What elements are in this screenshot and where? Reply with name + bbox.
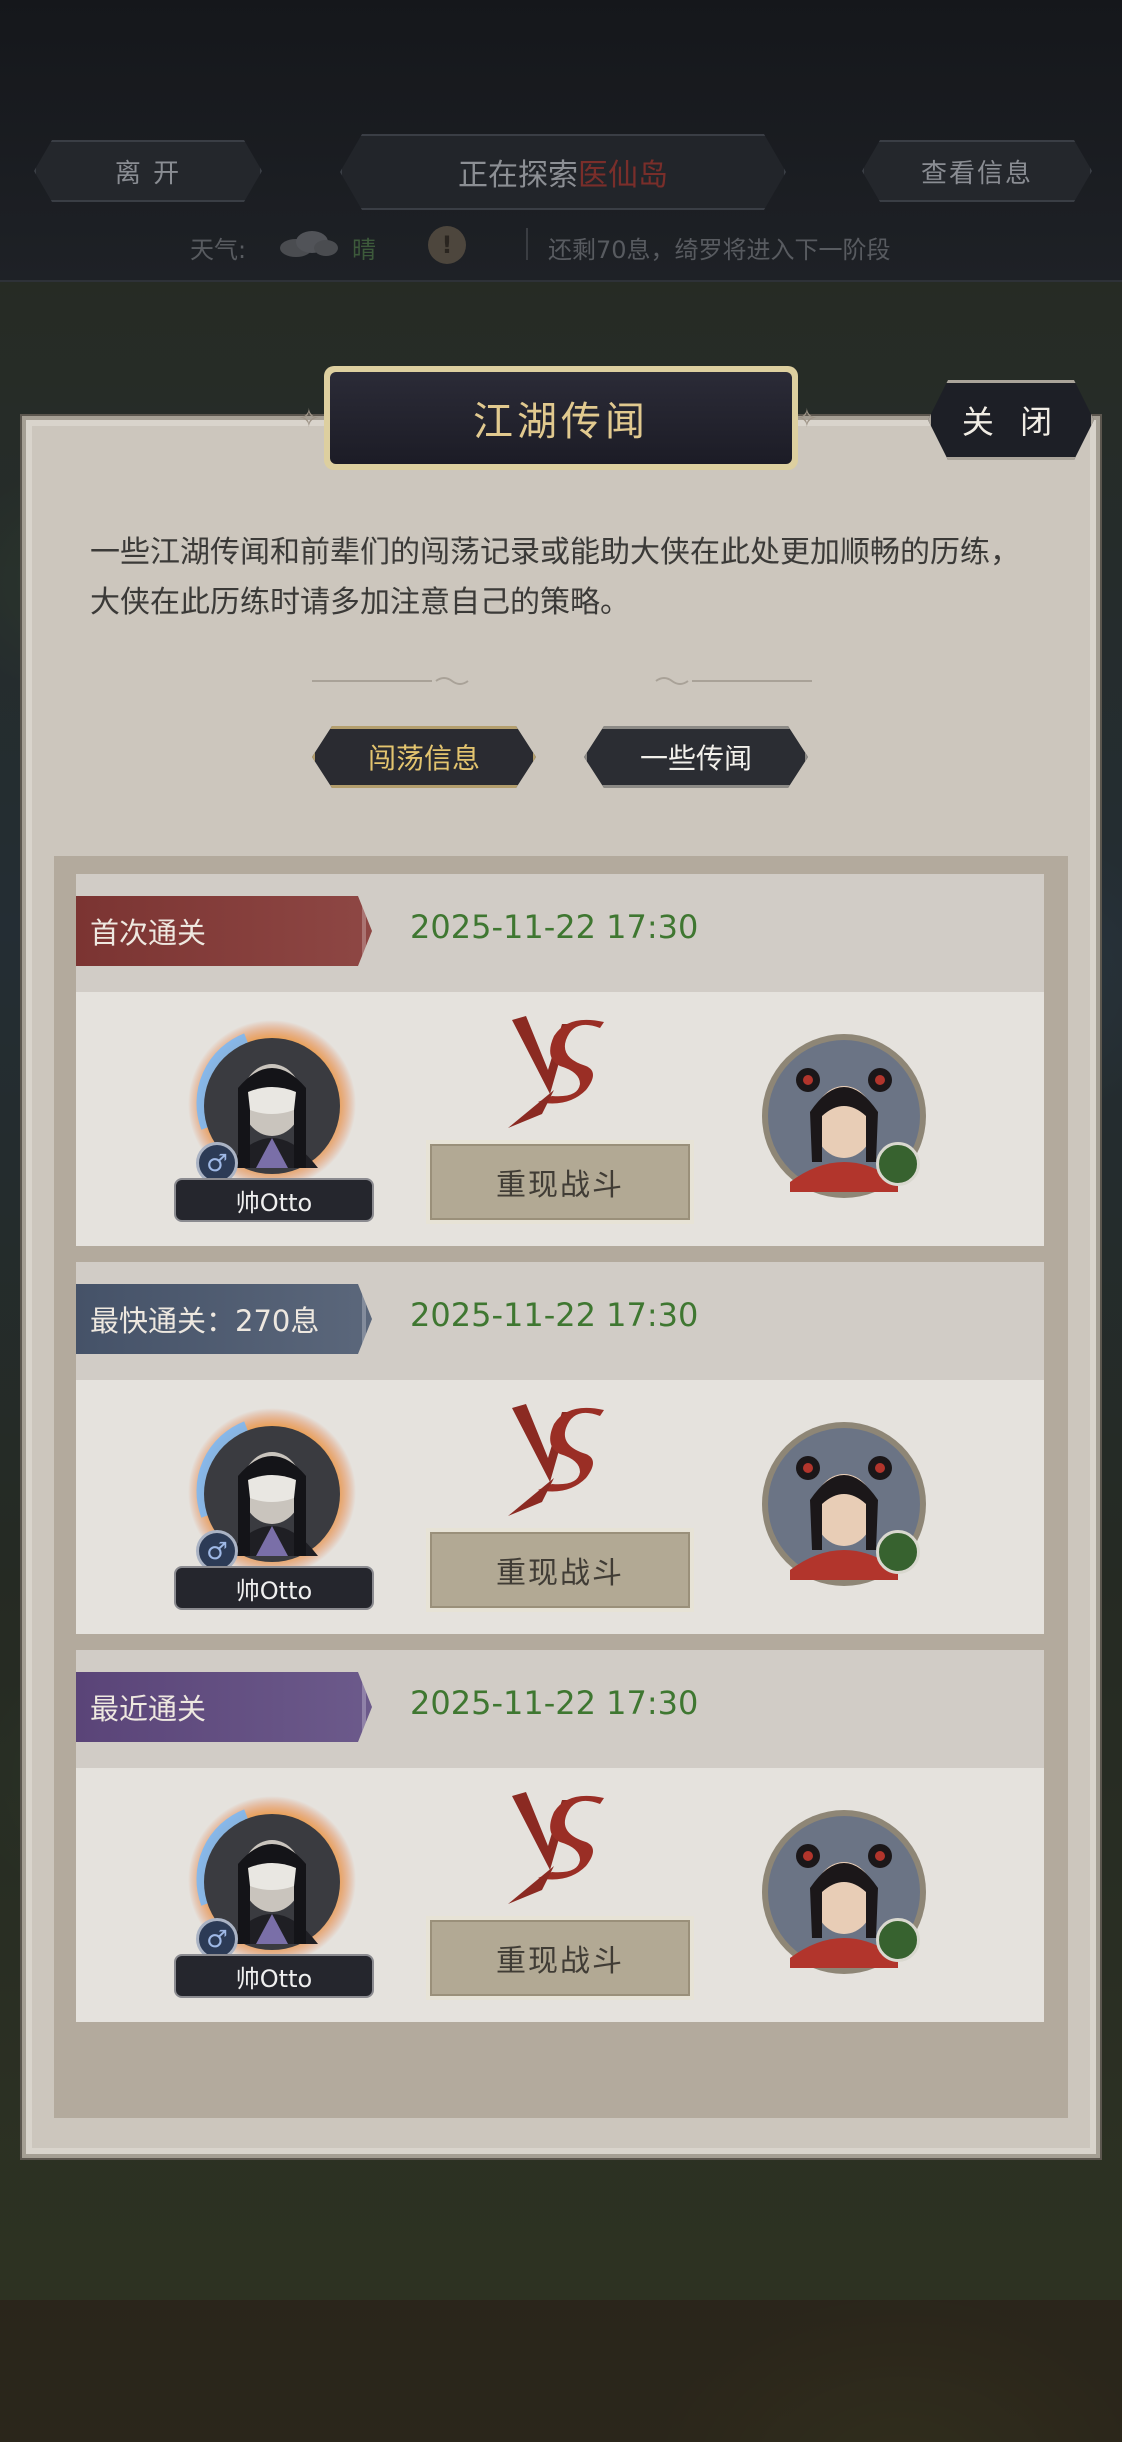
player-name: 帅Otto [174,1954,374,1998]
record-header: 最近通关 2025-11-22 17:30 [76,1650,1044,1768]
record-badge: 首次通关 [76,896,372,966]
leave-button[interactable]: 离 开 [34,140,262,202]
panel-description: 一些江湖传闻和前辈们的闯荡记录或能助大侠在此处更加顺畅的历练，大侠在此历练时请多… [90,535,1020,620]
view-info-button[interactable]: 查看信息 [862,140,1092,202]
alert-icon[interactable]: ! [428,226,466,264]
weather-value: 晴 [352,236,376,264]
exploring-place: 医仙岛 [578,158,668,193]
tab-some-rumors[interactable]: 一些传闻 [584,726,808,788]
panel-title: 江湖传闻 [330,372,792,464]
player-name: 帅Otto [174,1566,374,1610]
vs-icon [508,1016,604,1128]
bottom-map-strip [0,2300,1122,2442]
boot-icon [876,1142,920,1186]
replay-battle-button[interactable]: 重现战斗 [426,1140,694,1224]
record-badge: 最近通关 [76,1672,372,1742]
record-header: 最快通关：270息 2025-11-22 17:30 [76,1262,1044,1380]
close-button[interactable]: 关 闭 [928,380,1094,460]
exploring-banner: 正在探索 医仙岛 [340,134,786,210]
replay-battle-button[interactable]: 重现战斗 [426,1528,694,1612]
record-body: ♂ 帅Otto 重现战斗 [76,1768,1044,2022]
weather-row: 天气: 晴 ! 还剩70息，绮罗将进入下一阶段 [0,222,1122,266]
records-list: 首次通关 2025-11-22 17:30 ♂ 帅Otto 重现战斗 最快通关：… [54,856,1068,2118]
divider [526,228,528,260]
weather-label: 天气: [190,236,247,264]
vs-icon [508,1404,604,1516]
record-body: ♂ 帅Otto 重现战斗 [76,1380,1044,1634]
record-card-fastest-clear: 最快通关：270息 2025-11-22 17:30 ♂ 帅Otto 重现战斗 [76,1262,1044,1634]
vs-icon [508,1792,604,1904]
record-date: 2025-11-22 17:30 [410,1296,699,1334]
cloud-icon [280,231,338,257]
record-header: 首次通关 2025-11-22 17:30 [76,874,1044,992]
exploring-prefix: 正在探索 [458,158,578,193]
record-date: 2025-11-22 17:30 [410,908,699,946]
right-wing-ornament-icon: ✧ [796,404,818,434]
divider-ornament-right-icon [655,677,812,685]
panel-title-plate: 江湖传闻 [324,366,798,470]
record-card-latest-clear: 最近通关 2025-11-22 17:30 ♂ 帅Otto 重现战斗 [76,1650,1044,2022]
top-bar: 离 开 正在探索 医仙岛 查看信息 天气: 晴 ! 还剩70息，绮罗将进入下一阶段 [0,0,1122,282]
divider-ornament-left-icon [312,677,469,685]
player-name: 帅Otto [174,1178,374,1222]
record-badge: 最快通关：270息 [76,1284,372,1354]
replay-battle-button[interactable]: 重现战斗 [426,1916,694,2000]
boot-icon [876,1918,920,1962]
boot-icon [876,1530,920,1574]
remaining-time-text: 还剩70息，绮罗将进入下一阶段 [548,236,891,264]
record-body: ♂ 帅Otto 重现战斗 [76,992,1044,1246]
record-date: 2025-11-22 17:30 [410,1684,699,1722]
record-card-first-clear: 首次通关 2025-11-22 17:30 ♂ 帅Otto 重现战斗 [76,874,1044,1246]
tab-adventure-info[interactable]: 闯荡信息 [312,726,536,788]
